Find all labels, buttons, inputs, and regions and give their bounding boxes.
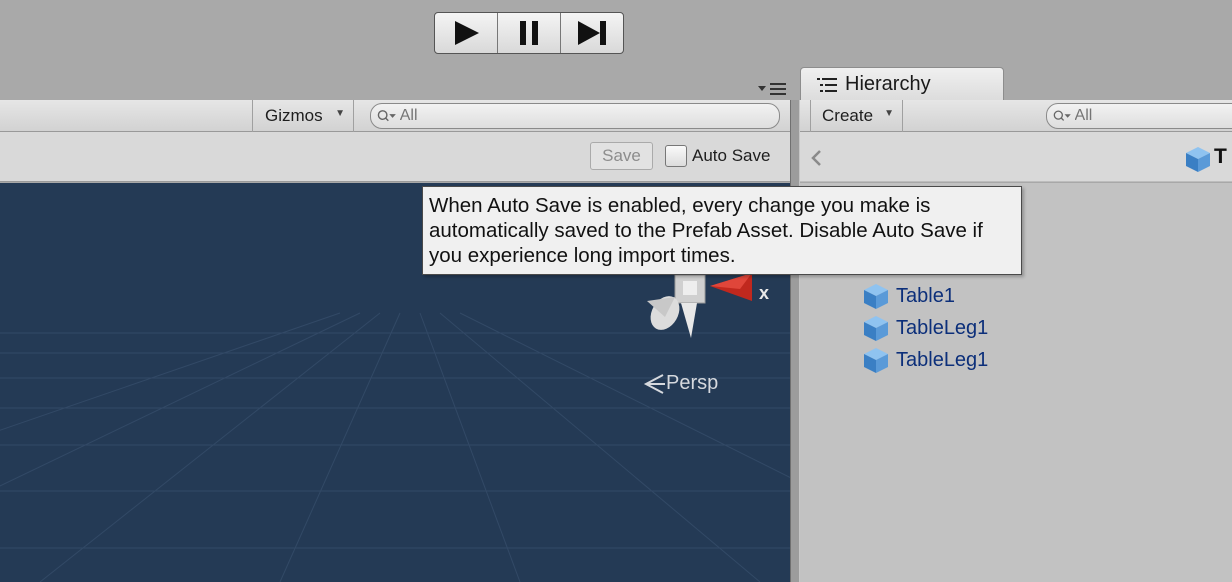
dropdown-arrow-icon: ▼ (335, 108, 345, 119)
hierarchy-item-label: TableLeg1 (896, 316, 989, 339)
step-icon (578, 21, 606, 45)
perspective-toggle[interactable]: Persp (642, 372, 718, 395)
create-dropdown[interactable]: Create ▼ (810, 100, 903, 132)
play-button[interactable] (435, 13, 498, 53)
prefab-cube-icon (1186, 147, 1210, 172)
hierarchy-item[interactable]: TableLeg1 (862, 314, 988, 342)
pause-button[interactable] (498, 13, 561, 53)
hierarchy-search-input[interactable] (1072, 107, 1232, 125)
panel-menu-icon[interactable] (756, 80, 788, 96)
play-icon (455, 21, 479, 45)
dropdown-arrow-icon: ▼ (884, 108, 894, 119)
gameobject-cube-icon (864, 316, 888, 341)
back-chevron-icon[interactable] (810, 149, 822, 167)
gameobject-cube-icon (864, 348, 888, 373)
playback-controls (434, 12, 624, 54)
hierarchy-item[interactable]: Table1 (862, 282, 955, 310)
hierarchy-item-label: TableLeg1 (896, 348, 989, 371)
gizmos-label: Gizmos (265, 106, 323, 125)
gizmos-dropdown[interactable]: Gizmos ▼ (252, 100, 354, 132)
scene-search-field[interactable] (370, 103, 780, 129)
auto-save-tooltip: When Auto Save is enabled, every change … (422, 186, 1022, 275)
persp-chevron-icon (643, 373, 665, 394)
hierarchy-breadcrumb: T (800, 132, 1232, 182)
step-button[interactable] (561, 13, 623, 53)
breadcrumb-prefab-name[interactable]: T (1214, 145, 1227, 169)
hierarchy-item-label: Table1 (896, 284, 955, 307)
hierarchy-search-field[interactable] (1046, 103, 1232, 129)
hierarchy-list-icon (817, 77, 837, 92)
panel-divider[interactable] (790, 100, 800, 582)
save-button[interactable]: Save (590, 142, 653, 170)
search-icon (1053, 110, 1071, 121)
scene-search-input[interactable] (397, 107, 779, 125)
search-icon (377, 110, 396, 122)
auto-save-checkbox[interactable] (665, 145, 687, 167)
orientation-gizmo[interactable] (635, 261, 775, 371)
gameobject-cube-icon (864, 284, 888, 309)
gizmo-x-label: x (759, 283, 770, 303)
prefab-mode-bar: Save Auto Save (0, 132, 790, 182)
hierarchy-toolbar: Create ▼ (800, 100, 1232, 132)
tab-hierarchy[interactable]: Hierarchy (800, 67, 1004, 101)
persp-label: Persp (666, 372, 719, 394)
scene-toolbar: Gizmos ▼ (0, 100, 790, 132)
auto-save-label: Auto Save (692, 146, 771, 165)
pause-icon (520, 21, 538, 45)
create-label: Create (822, 106, 874, 125)
top-toolbar (0, 0, 1232, 100)
hierarchy-tab-label: Hierarchy (845, 73, 931, 95)
hierarchy-item[interactable]: TableLeg1 (862, 346, 988, 374)
